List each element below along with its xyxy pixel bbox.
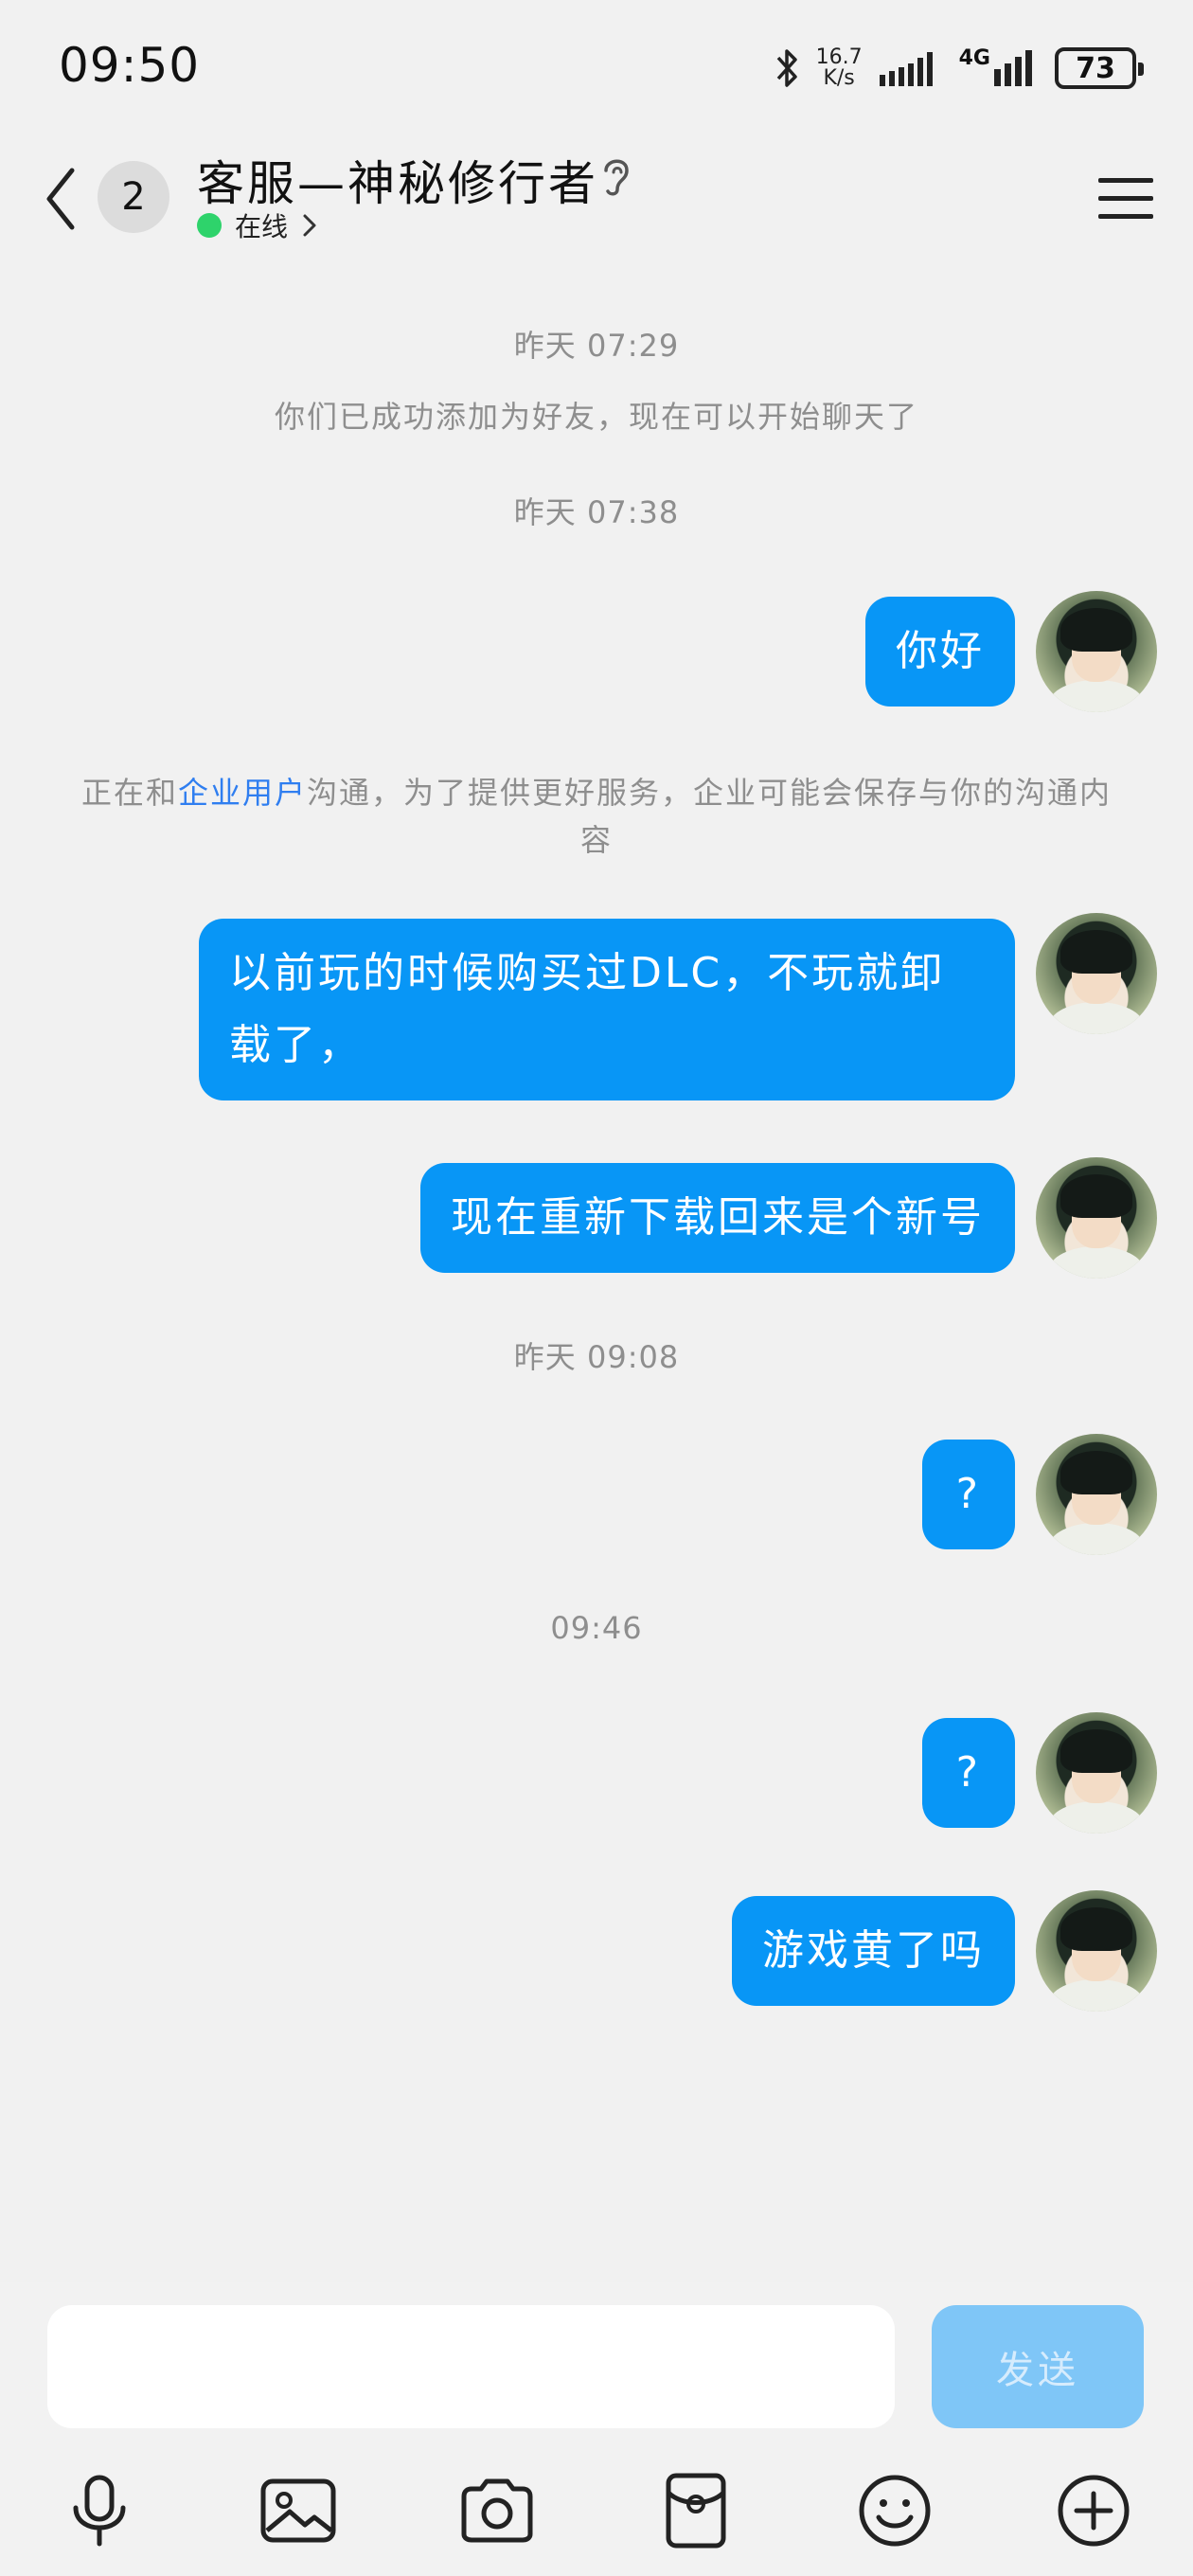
chat-header: 2 客服—神秘修行者 在线 bbox=[0, 133, 1193, 265]
chat-screen: 09:50 16.7 K/s 4G 73 2 客服—神秘修行者 在线 昨天 07… bbox=[0, 0, 1193, 2576]
notice-prefix: 正在和 bbox=[80, 775, 178, 811]
emoji-icon[interactable] bbox=[852, 2468, 937, 2553]
network-speed-unit: K/s bbox=[823, 66, 855, 90]
network-speed: 16.7 K/s bbox=[816, 47, 863, 89]
message-input[interactable] bbox=[47, 2305, 895, 2428]
sent-message-bubble[interactable]: ? bbox=[921, 1440, 1015, 1549]
message-list[interactable]: 昨天 07:29 你们已成功添加为好友，现在可以开始聊天了 昨天 07:38 你… bbox=[0, 265, 1193, 2282]
timestamp: 昨天 09:08 bbox=[513, 1339, 680, 1375]
cell-signal-4g: 4G bbox=[959, 46, 1040, 90]
status-time: 09:50 bbox=[59, 38, 201, 93]
sent-message-bubble[interactable]: 现在重新下载回来是个新号 bbox=[420, 1163, 1015, 1273]
signal-4g-icon bbox=[994, 50, 1032, 86]
input-bar: 发送 bbox=[0, 2282, 1193, 2576]
online-status[interactable]: 在线 bbox=[197, 206, 318, 244]
camera-icon[interactable] bbox=[454, 2468, 540, 2553]
network-speed-value: 16.7 bbox=[815, 45, 863, 69]
unread-count-badge[interactable]: 2 bbox=[98, 161, 169, 233]
bluetooth-icon bbox=[776, 49, 797, 87]
chevron-right-icon bbox=[303, 214, 316, 237]
enterprise-notice: 正在和企业用户沟通，为了提供更好服务，企业可能会保存与你的沟通内容 bbox=[66, 769, 1127, 864]
status-icons: 16.7 K/s 4G 73 bbox=[775, 42, 1144, 95]
notice-suffix: 沟通，为了提供更好服务，企业可能会保存与你的沟通内容 bbox=[307, 775, 1113, 858]
status-bar: 09:50 16.7 K/s 4G 73 bbox=[0, 0, 1193, 133]
sent-message-bubble[interactable]: 以前玩的时候购买过DLC，不玩就卸载了， bbox=[199, 919, 1015, 1100]
system-message: 你们已成功添加为好友，现在可以开始聊天了 bbox=[274, 399, 918, 435]
user-avatar[interactable] bbox=[1036, 591, 1157, 712]
sent-message-bubble[interactable]: 游戏黄了吗 bbox=[732, 1896, 1015, 2006]
send-button[interactable]: 发送 bbox=[932, 2305, 1144, 2428]
back-icon[interactable] bbox=[38, 161, 85, 237]
enterprise-user-link[interactable]: 企业用户 bbox=[178, 775, 307, 811]
contact-name[interactable]: 客服—神秘修行者 bbox=[197, 146, 598, 214]
red-packet-icon[interactable] bbox=[653, 2468, 739, 2553]
user-avatar[interactable] bbox=[1036, 1157, 1157, 1279]
user-avatar[interactable] bbox=[1036, 1890, 1157, 2012]
sent-message-bubble[interactable]: 你好 bbox=[865, 597, 1015, 707]
microphone-icon[interactable] bbox=[57, 2468, 142, 2553]
timestamp: 09:46 bbox=[550, 1610, 643, 1646]
timestamp: 昨天 07:38 bbox=[513, 494, 680, 530]
timestamp: 昨天 07:29 bbox=[513, 328, 680, 364]
image-icon[interactable] bbox=[256, 2468, 341, 2553]
plus-icon[interactable] bbox=[1051, 2468, 1136, 2553]
menu-icon[interactable] bbox=[1096, 174, 1155, 224]
ear-icon[interactable] bbox=[595, 152, 638, 199]
online-status-label: 在线 bbox=[235, 211, 289, 242]
sent-message-bubble[interactable]: ? bbox=[921, 1718, 1015, 1828]
network-type: 4G bbox=[958, 46, 990, 70]
user-avatar[interactable] bbox=[1036, 1434, 1157, 1555]
online-dot-icon bbox=[197, 213, 222, 238]
user-avatar[interactable] bbox=[1036, 913, 1157, 1034]
user-avatar[interactable] bbox=[1036, 1712, 1157, 1834]
battery-indicator: 73 bbox=[1055, 47, 1144, 89]
input-toolbar bbox=[0, 2459, 1193, 2563]
battery-level: 73 bbox=[1076, 51, 1115, 85]
signal-icon bbox=[879, 52, 933, 86]
